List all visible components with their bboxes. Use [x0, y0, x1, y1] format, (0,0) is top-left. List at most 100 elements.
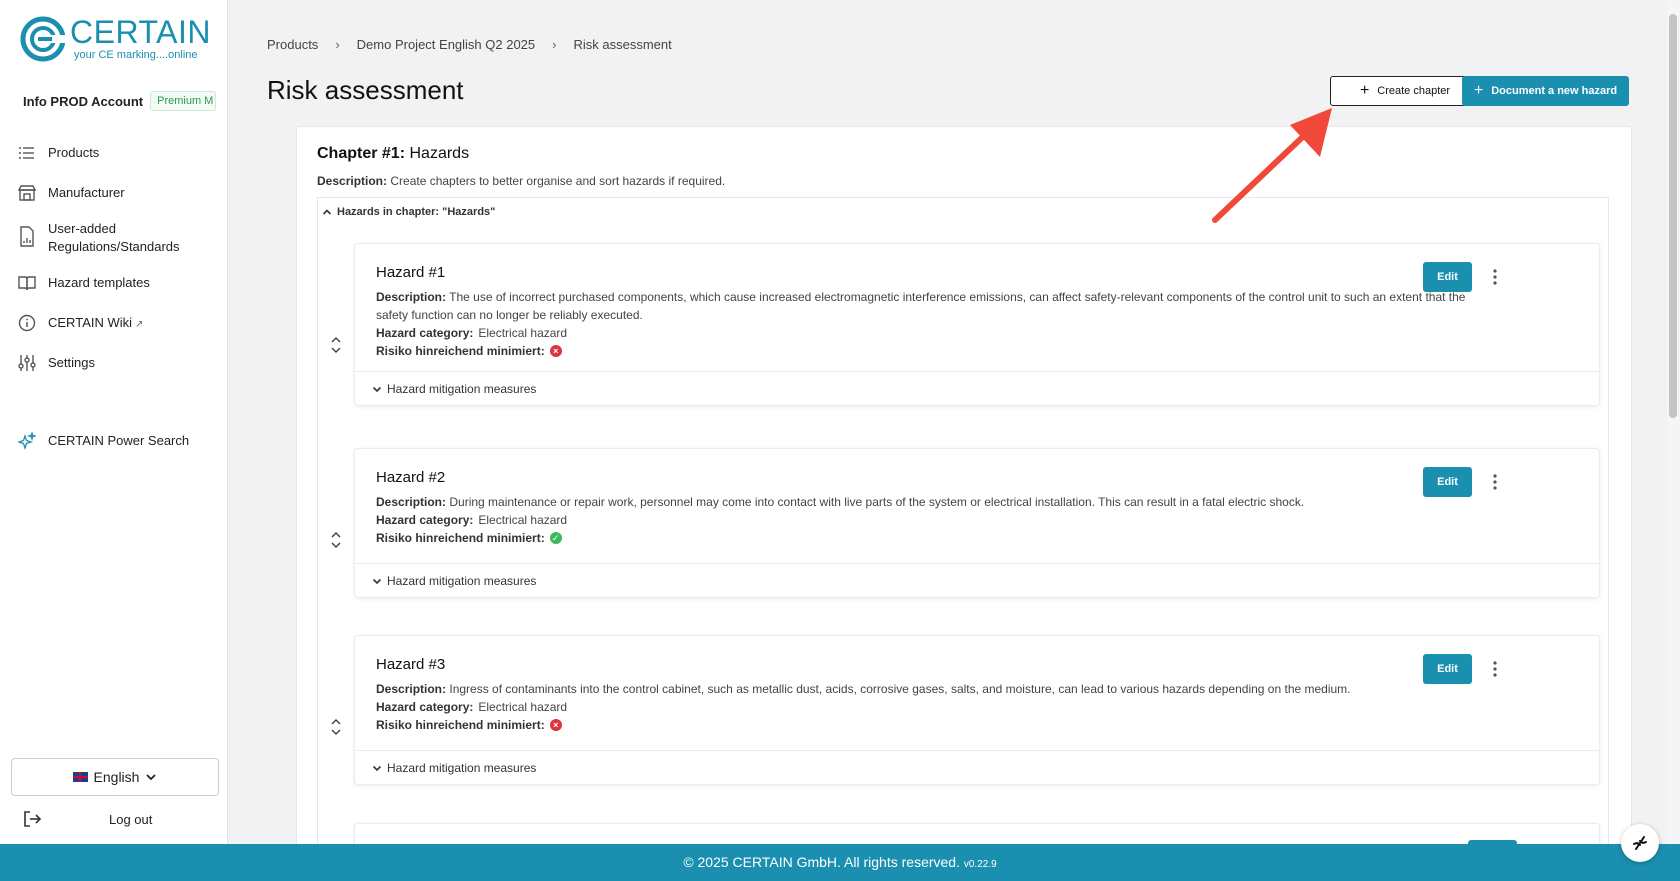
drag-reorder-icon [331, 531, 341, 549]
page-title: Risk assessment [267, 75, 464, 105]
sidebar-item-wiki[interactable]: CERTAIN Wiki ↗ [18, 314, 218, 334]
edit-button[interactable]: Edit [1423, 654, 1472, 684]
sidebar-item-hazard-templates[interactable]: Hazard templates [18, 274, 218, 292]
description-label: Description: [376, 290, 447, 304]
document-icon [20, 226, 34, 247]
description-text: Ingress of contaminants into the control… [449, 682, 1351, 696]
sidebar-item-label: CERTAIN Power Search [48, 433, 190, 448]
chapter-name: Hazards [409, 145, 470, 162]
sidebar-item-label: User-added Regulations/Standards [48, 220, 180, 256]
sidebar-item-label: Manufacturer [48, 185, 125, 200]
hazard-card: Hazard #3 Description: Ingress of contam… [354, 635, 1600, 785]
risk-label: Risiko hinreichend minimiert: [376, 344, 545, 358]
language-label: English [93, 769, 140, 785]
sparkles-icon [18, 432, 36, 450]
certain-logo[interactable]: CERTAIN your CE marking....online [20, 16, 211, 62]
sidebar-item-label: Products [48, 145, 100, 160]
hazard-card: Hazard #2 Description: During maintenanc… [354, 448, 1600, 598]
category-value: Electrical hazard [478, 326, 568, 340]
error-x-icon: × [549, 345, 562, 357]
hazard-description: Description: The use of incorrect purcha… [376, 288, 1476, 324]
chevron-down-icon [372, 386, 382, 393]
error-x-icon: × [549, 719, 562, 731]
annotation-arrow-icon [1212, 108, 1332, 223]
document-hazard-button[interactable]: + Document a new hazard [1462, 76, 1629, 106]
building-icon [18, 185, 36, 201]
category-label: Hazard category: [376, 326, 474, 340]
hazard-category: Hazard category: Electrical hazard [376, 698, 567, 716]
edit-button[interactable]: Edit [1423, 262, 1472, 292]
sidebar-item-settings[interactable]: Settings [18, 354, 218, 372]
hazard-title: Hazard #1 [376, 264, 446, 281]
hazard-card: Hazard #1 Description: The use of incorr… [354, 243, 1600, 406]
divider [355, 563, 1599, 564]
chapter-collapse-toggle[interactable]: Hazards in chapter: "Hazards" [322, 206, 495, 218]
chapter-title: Chapter #1: Hazards [317, 145, 469, 163]
sidebar: CERTAIN your CE marking....online Info P… [0, 0, 228, 844]
sidebar-item-regulations[interactable]: User-added Regulations/Standards [18, 220, 218, 256]
chapter-desc-label: Description: [317, 174, 388, 188]
chevron-up-icon [322, 209, 332, 215]
more-options-icon[interactable] [1485, 659, 1505, 679]
hazard-risk-status: Risiko hinreichend minimiert: ✓ [376, 529, 562, 547]
drag-reorder-icon [331, 336, 341, 354]
reorder-handle[interactable] [328, 530, 344, 550]
mitigation-toggle[interactable]: Hazard mitigation measures [372, 574, 536, 588]
chapter-number: Chapter #1: [317, 145, 406, 162]
chevron-right-icon: › [552, 37, 557, 52]
scrollbar-thumb[interactable] [1669, 14, 1677, 418]
plan-badge: Premium M [150, 91, 217, 111]
chevron-right-icon: › [335, 37, 340, 52]
chevron-down-icon [146, 774, 157, 781]
mitigation-label: Hazard mitigation measures [387, 761, 537, 775]
category-label: Hazard category: [376, 513, 474, 527]
hazard-title: Hazard #2 [376, 469, 446, 486]
sidebar-item-products[interactable]: Products [18, 144, 218, 162]
breadcrumb-project[interactable]: Demo Project English Q2 2025 [357, 37, 535, 52]
description-text: The use of incorrect purchased component… [376, 290, 1466, 322]
logout-button[interactable]: Log out [22, 806, 222, 832]
account-name: Info PROD Account [23, 93, 144, 109]
account-info: Info PROD Account Premium M [23, 91, 217, 111]
divider [355, 750, 1599, 751]
logo-title: CERTAIN [70, 14, 211, 50]
plus-icon: + [1473, 82, 1484, 99]
mitigation-toggle[interactable]: Hazard mitigation measures [372, 382, 536, 396]
uk-flag-icon [72, 772, 88, 782]
sidebar-item-label: Settings [48, 355, 95, 370]
breadcrumb: Products › Demo Project English Q2 2025 … [267, 37, 672, 52]
info-icon [18, 314, 36, 332]
logo-mark-icon [20, 16, 67, 62]
hazard-category: Hazard category: Electrical hazard [376, 324, 567, 342]
reorder-handle[interactable] [328, 335, 344, 355]
sidebar-item-manufacturer[interactable]: Manufacturer [18, 184, 218, 202]
plus-icon: + [1359, 82, 1370, 99]
hazard-risk-status: Risiko hinreichend minimiert: × [376, 716, 562, 734]
edit-button[interactable]: Edit [1423, 467, 1472, 497]
create-chapter-button[interactable]: + Create chapter [1330, 76, 1480, 106]
footer-text: © 2025 CERTAIN GmbH. All rights reserved… [683, 854, 960, 870]
mitigation-toggle[interactable]: Hazard mitigation measures [372, 761, 536, 775]
check-icon: ✓ [549, 532, 562, 544]
reorder-handle[interactable] [328, 717, 344, 737]
category-value: Electrical hazard [478, 513, 568, 527]
more-options-icon[interactable] [1485, 267, 1505, 287]
chapter-hazard-list: Hazards in chapter: "Hazards" Hazard #1 … [317, 197, 1609, 855]
external-link-icon: ↗ [135, 319, 144, 330]
chapter-desc-text: Create chapters to better organise and s… [390, 174, 726, 188]
hazard-description: Description: Ingress of contaminants int… [376, 680, 1476, 698]
chevron-down-icon [372, 578, 382, 585]
app-root: CERTAIN your CE marking....online Info P… [0, 0, 1680, 881]
language-selector[interactable]: English [11, 758, 219, 796]
risk-label: Risiko hinreichend minimiert: [376, 718, 545, 732]
breadcrumb-products[interactable]: Products [267, 37, 318, 52]
chat-help-icon [1633, 836, 1647, 850]
hazard-category: Hazard category: Electrical hazard [376, 511, 567, 529]
sidebar-item-power-search[interactable]: CERTAIN Power Search [18, 432, 218, 450]
more-options-icon[interactable] [1485, 472, 1505, 492]
help-widget-button[interactable] [1621, 824, 1659, 862]
category-value: Electrical hazard [478, 700, 568, 714]
chapter-card: Chapter #1: Hazards Description: Create … [296, 126, 1632, 856]
footer-version: v0.22.9 [963, 859, 997, 870]
sidebar-item-label-line2: Regulations/Standards [48, 239, 180, 254]
